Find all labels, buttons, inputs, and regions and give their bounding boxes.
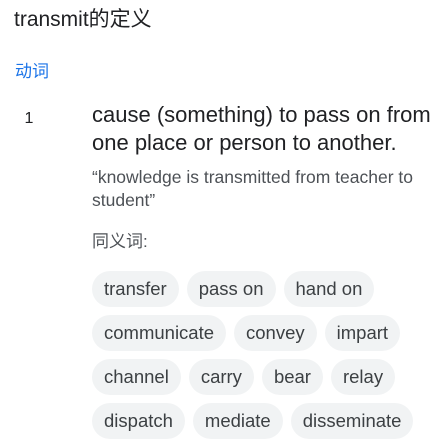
synonym-row-3: channel carry bear relay	[92, 359, 396, 395]
synonym-chip-carry[interactable]: carry	[188, 359, 254, 395]
synonym-row-4: dispatch mediate disseminate	[92, 403, 414, 439]
definition-text: cause (something) to pass on from one pl…	[92, 102, 431, 155]
synonym-chip-pass-on[interactable]: pass on	[186, 271, 276, 307]
synonym-chip-disseminate[interactable]: disseminate	[290, 403, 414, 439]
sense-number: 1	[24, 110, 34, 127]
synonyms-label: 同义词:	[92, 232, 148, 251]
synonym-chip-channel[interactable]: channel	[92, 359, 181, 395]
synonym-chip-relay[interactable]: relay	[330, 359, 396, 395]
synonym-row-2: communicate convey impart	[92, 315, 401, 351]
synonym-row-1: transfer pass on hand on	[92, 271, 375, 307]
synonym-chip-convey[interactable]: convey	[234, 315, 317, 351]
example-line-2: student”	[92, 190, 156, 210]
page-title: transmit的定义	[14, 8, 152, 31]
synonym-chip-transfer[interactable]: transfer	[92, 271, 179, 307]
synonym-chip-communicate[interactable]: communicate	[92, 315, 227, 351]
example-sentence: “knowledge is transmitted from teacher t…	[92, 166, 446, 212]
part-of-speech-link[interactable]: 动词	[15, 60, 49, 84]
synonym-chip-dispatch[interactable]: dispatch	[92, 403, 185, 439]
synonym-chip-bear[interactable]: bear	[261, 359, 323, 395]
example-line-1: “knowledge is transmitted from teacher t…	[92, 167, 413, 187]
synonym-chip-impart[interactable]: impart	[324, 315, 401, 351]
synonym-chip-hand-on[interactable]: hand on	[283, 271, 375, 307]
synonym-chip-mediate[interactable]: mediate	[192, 403, 283, 439]
